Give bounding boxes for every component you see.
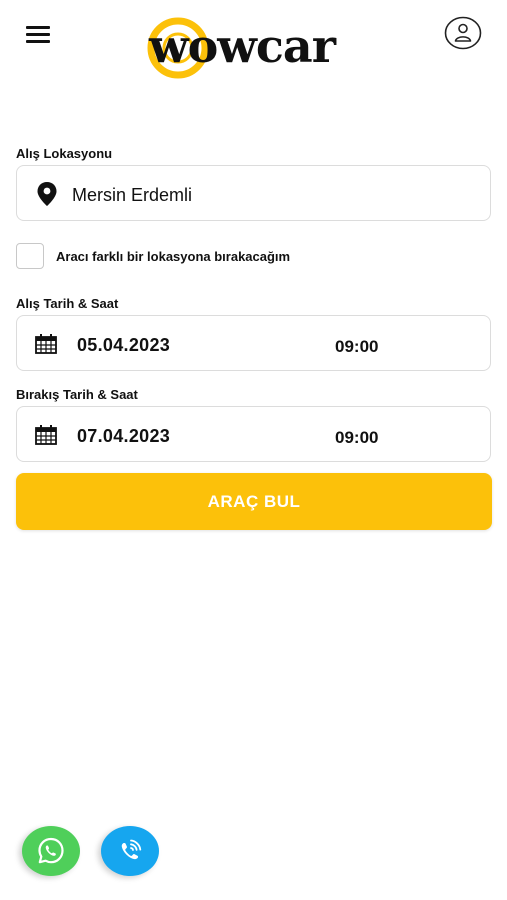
different-dropoff-checkbox[interactable] [16, 243, 44, 269]
hamburger-menu-button[interactable] [24, 22, 54, 46]
pickup-location-label: Alış Lokasyonu [16, 146, 113, 161]
account-button[interactable] [444, 16, 482, 50]
hamburger-menu-icon-bar [26, 40, 50, 43]
different-dropoff-option[interactable]: Aracı farklı bir lokasyona bırakacağım [16, 243, 336, 271]
dropoff-time-value: 09:00 [335, 428, 379, 447]
phone-call-icon [121, 839, 142, 860]
whatsapp-icon [38, 837, 64, 864]
hamburger-menu-icon-bar [26, 33, 50, 36]
pickup-date-value: 05.04.2023 [77, 335, 171, 355]
whatsapp-button[interactable] [22, 826, 80, 876]
dropoff-datetime-field[interactable]: 07.04.2023 09:00 [16, 406, 491, 462]
logo-graphic: wowcar [147, 17, 338, 79]
pickup-location-value: Mersin Erdemli [72, 185, 193, 205]
hamburger-menu-icon [26, 26, 50, 29]
calendar-icon [35, 334, 57, 354]
pickup-time-value: 09:00 [335, 337, 379, 356]
location-pin-icon [37, 182, 57, 206]
phone-call-button[interactable] [101, 826, 159, 876]
user-account-icon [444, 16, 482, 50]
pickup-location-field[interactable]: Mersin Erdemli [16, 165, 491, 221]
pickup-datetime-label: Alış Tarih & Saat [16, 296, 119, 311]
wowcar-logo[interactable]: wowcar [90, 12, 395, 84]
different-dropoff-label: Aracı farklı bir lokasyona bırakacağım [56, 249, 291, 264]
logo-text: wowcar [148, 19, 337, 73]
dropoff-datetime-label: Bırakış Tarih & Saat [16, 387, 138, 402]
pickup-datetime-field[interactable]: 05.04.2023 09:00 [16, 315, 491, 371]
calendar-icon [35, 425, 57, 445]
find-car-button[interactable]: ARAÇ BUL [16, 473, 492, 530]
dropoff-date-value: 07.04.2023 [77, 426, 171, 446]
